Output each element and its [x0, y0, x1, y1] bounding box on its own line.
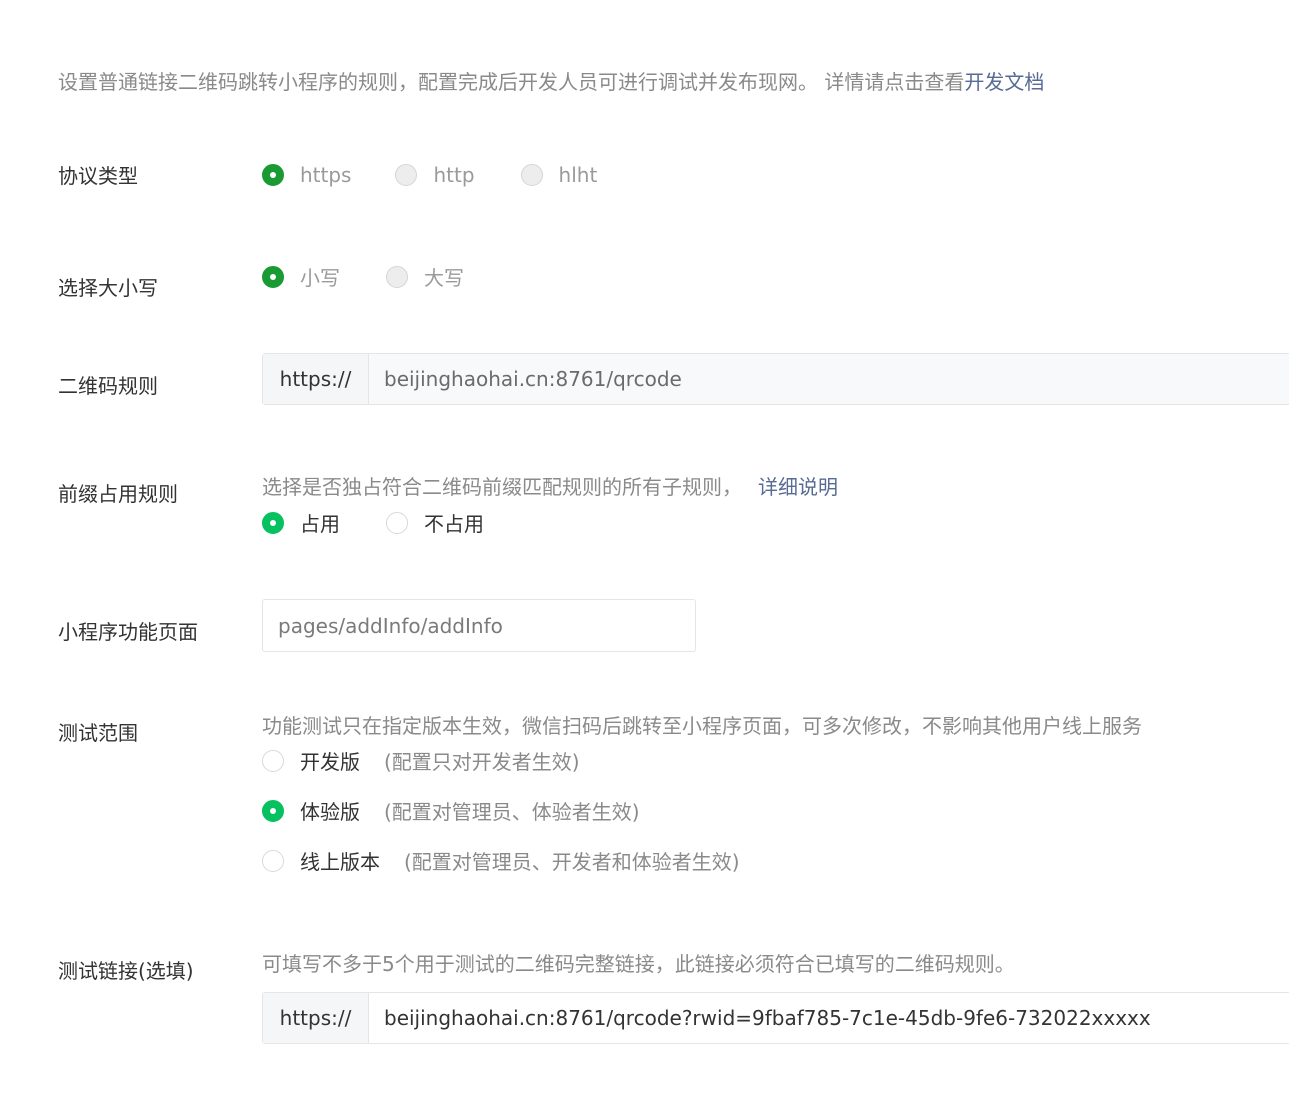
prefix-option-not-occupy[interactable]: 不占用	[386, 508, 484, 537]
prefix-option-label: 不占用	[424, 512, 484, 536]
prefix-rule-description-row: 选择是否独占符合二维码前缀匹配规则的所有子规则， 详细说明	[262, 471, 838, 500]
radio-unchecked-icon	[262, 749, 284, 772]
radio-unchecked-icon	[386, 265, 408, 288]
protocol-option-label: http	[433, 163, 475, 187]
radio-unchecked-icon	[262, 849, 284, 872]
case-option-lower[interactable]: 小写	[262, 262, 340, 291]
test-scope-option-hint: (配置只对开发者生效)	[384, 750, 580, 774]
radio-unchecked-icon	[386, 511, 408, 534]
test-scope-option-label: 线上版本	[300, 850, 380, 874]
prefix-rule-radio-group: 占用 不占用	[262, 508, 484, 537]
qrcode-rule-input[interactable]: beijinghaohai.cn:8761/qrcode	[369, 354, 1289, 404]
prefix-option-occupy[interactable]: 占用	[262, 508, 340, 537]
test-link-input[interactable]: beijinghaohai.cn:8761/qrcode?rwid=9fbaf7…	[369, 993, 1289, 1043]
dev-docs-link[interactable]: 开发文档	[964, 70, 1044, 94]
test-scope-option-label: 体验版	[300, 800, 360, 824]
case-option-label: 大写	[424, 266, 464, 290]
test-scope-option-label: 开发版	[300, 750, 360, 774]
test-scope-option-release[interactable]: 线上版本 (配置对管理员、开发者和体验者生效)	[262, 846, 740, 875]
radio-unchecked-icon	[520, 164, 543, 186]
intro-text: 设置普通链接二维码跳转小程序的规则，配置完成后开发人员可进行调试并发布现网。 详…	[58, 66, 1044, 95]
test-link-prefix: https://	[263, 993, 369, 1043]
page-path-label: 小程序功能页面	[58, 620, 198, 644]
protocol-option-https[interactable]: https	[262, 163, 351, 187]
test-link-input-group: https:// beijinghaohai.cn:8761/qrcode?rw…	[262, 992, 1289, 1044]
test-scope-option-hint: (配置对管理员、体验者生效)	[384, 800, 640, 824]
radio-unchecked-icon	[395, 164, 418, 186]
protocol-option-hlht[interactable]: hlht	[520, 163, 598, 187]
case-radio-group: 小写 大写	[262, 262, 464, 291]
test-scope-option-dev[interactable]: 开发版 (配置只对开发者生效)	[262, 746, 580, 775]
qrcode-rule-prefix: https://	[263, 354, 369, 404]
radio-checked-icon	[262, 265, 284, 288]
test-link-label: 测试链接(选填)	[58, 959, 194, 983]
prefix-option-label: 占用	[300, 512, 340, 536]
test-link-description: 可填写不多于5个用于测试的二维码完整链接，此链接必须符合已填写的二维码规则。	[262, 952, 1015, 976]
radio-checked-icon	[262, 164, 284, 186]
test-scope-label: 测试范围	[58, 721, 138, 745]
radio-item: 体验版 (配置对管理员、体验者生效)	[262, 796, 640, 825]
radio-item: 线上版本 (配置对管理员、开发者和体验者生效)	[262, 846, 740, 875]
qrcode-rule-input-group: https:// beijinghaohai.cn:8761/qrcode	[262, 353, 1289, 405]
test-scope-option-hint: (配置对管理员、开发者和体验者生效)	[404, 850, 740, 874]
protocol-option-label: hlht	[558, 163, 598, 187]
radio-checked-icon	[262, 799, 284, 822]
protocol-radio-group: https http hlht	[262, 163, 597, 187]
case-label: 选择大小写	[58, 276, 158, 300]
qrcode-rule-label: 二维码规则	[58, 374, 158, 398]
prefix-rule-detail-link[interactable]: 详细说明	[758, 475, 838, 499]
radio-checked-icon	[262, 511, 284, 534]
qrcode-rule-form: 设置普通链接二维码跳转小程序的规则，配置完成后开发人员可进行调试并发布现网。 详…	[0, 0, 1289, 1105]
test-scope-option-trial[interactable]: 体验版 (配置对管理员、体验者生效)	[262, 796, 640, 825]
protocol-option-http[interactable]: http	[395, 163, 475, 187]
page-path-input[interactable]: pages/addInfo/addInfo	[262, 599, 696, 652]
radio-item: 开发版 (配置只对开发者生效)	[262, 746, 580, 775]
case-option-label: 小写	[300, 266, 340, 290]
intro-description: 设置普通链接二维码跳转小程序的规则，配置完成后开发人员可进行调试并发布现网。 详…	[58, 70, 965, 94]
prefix-rule-label: 前缀占用规则	[58, 482, 178, 506]
test-scope-description: 功能测试只在指定版本生效，微信扫码后跳转至小程序页面，可多次修改，不影响其他用户…	[262, 714, 1142, 738]
prefix-rule-description: 选择是否独占符合二维码前缀匹配规则的所有子规则，	[262, 475, 742, 499]
protocol-option-label: https	[300, 163, 352, 187]
protocol-label: 协议类型	[58, 164, 138, 188]
case-option-upper[interactable]: 大写	[386, 262, 464, 291]
